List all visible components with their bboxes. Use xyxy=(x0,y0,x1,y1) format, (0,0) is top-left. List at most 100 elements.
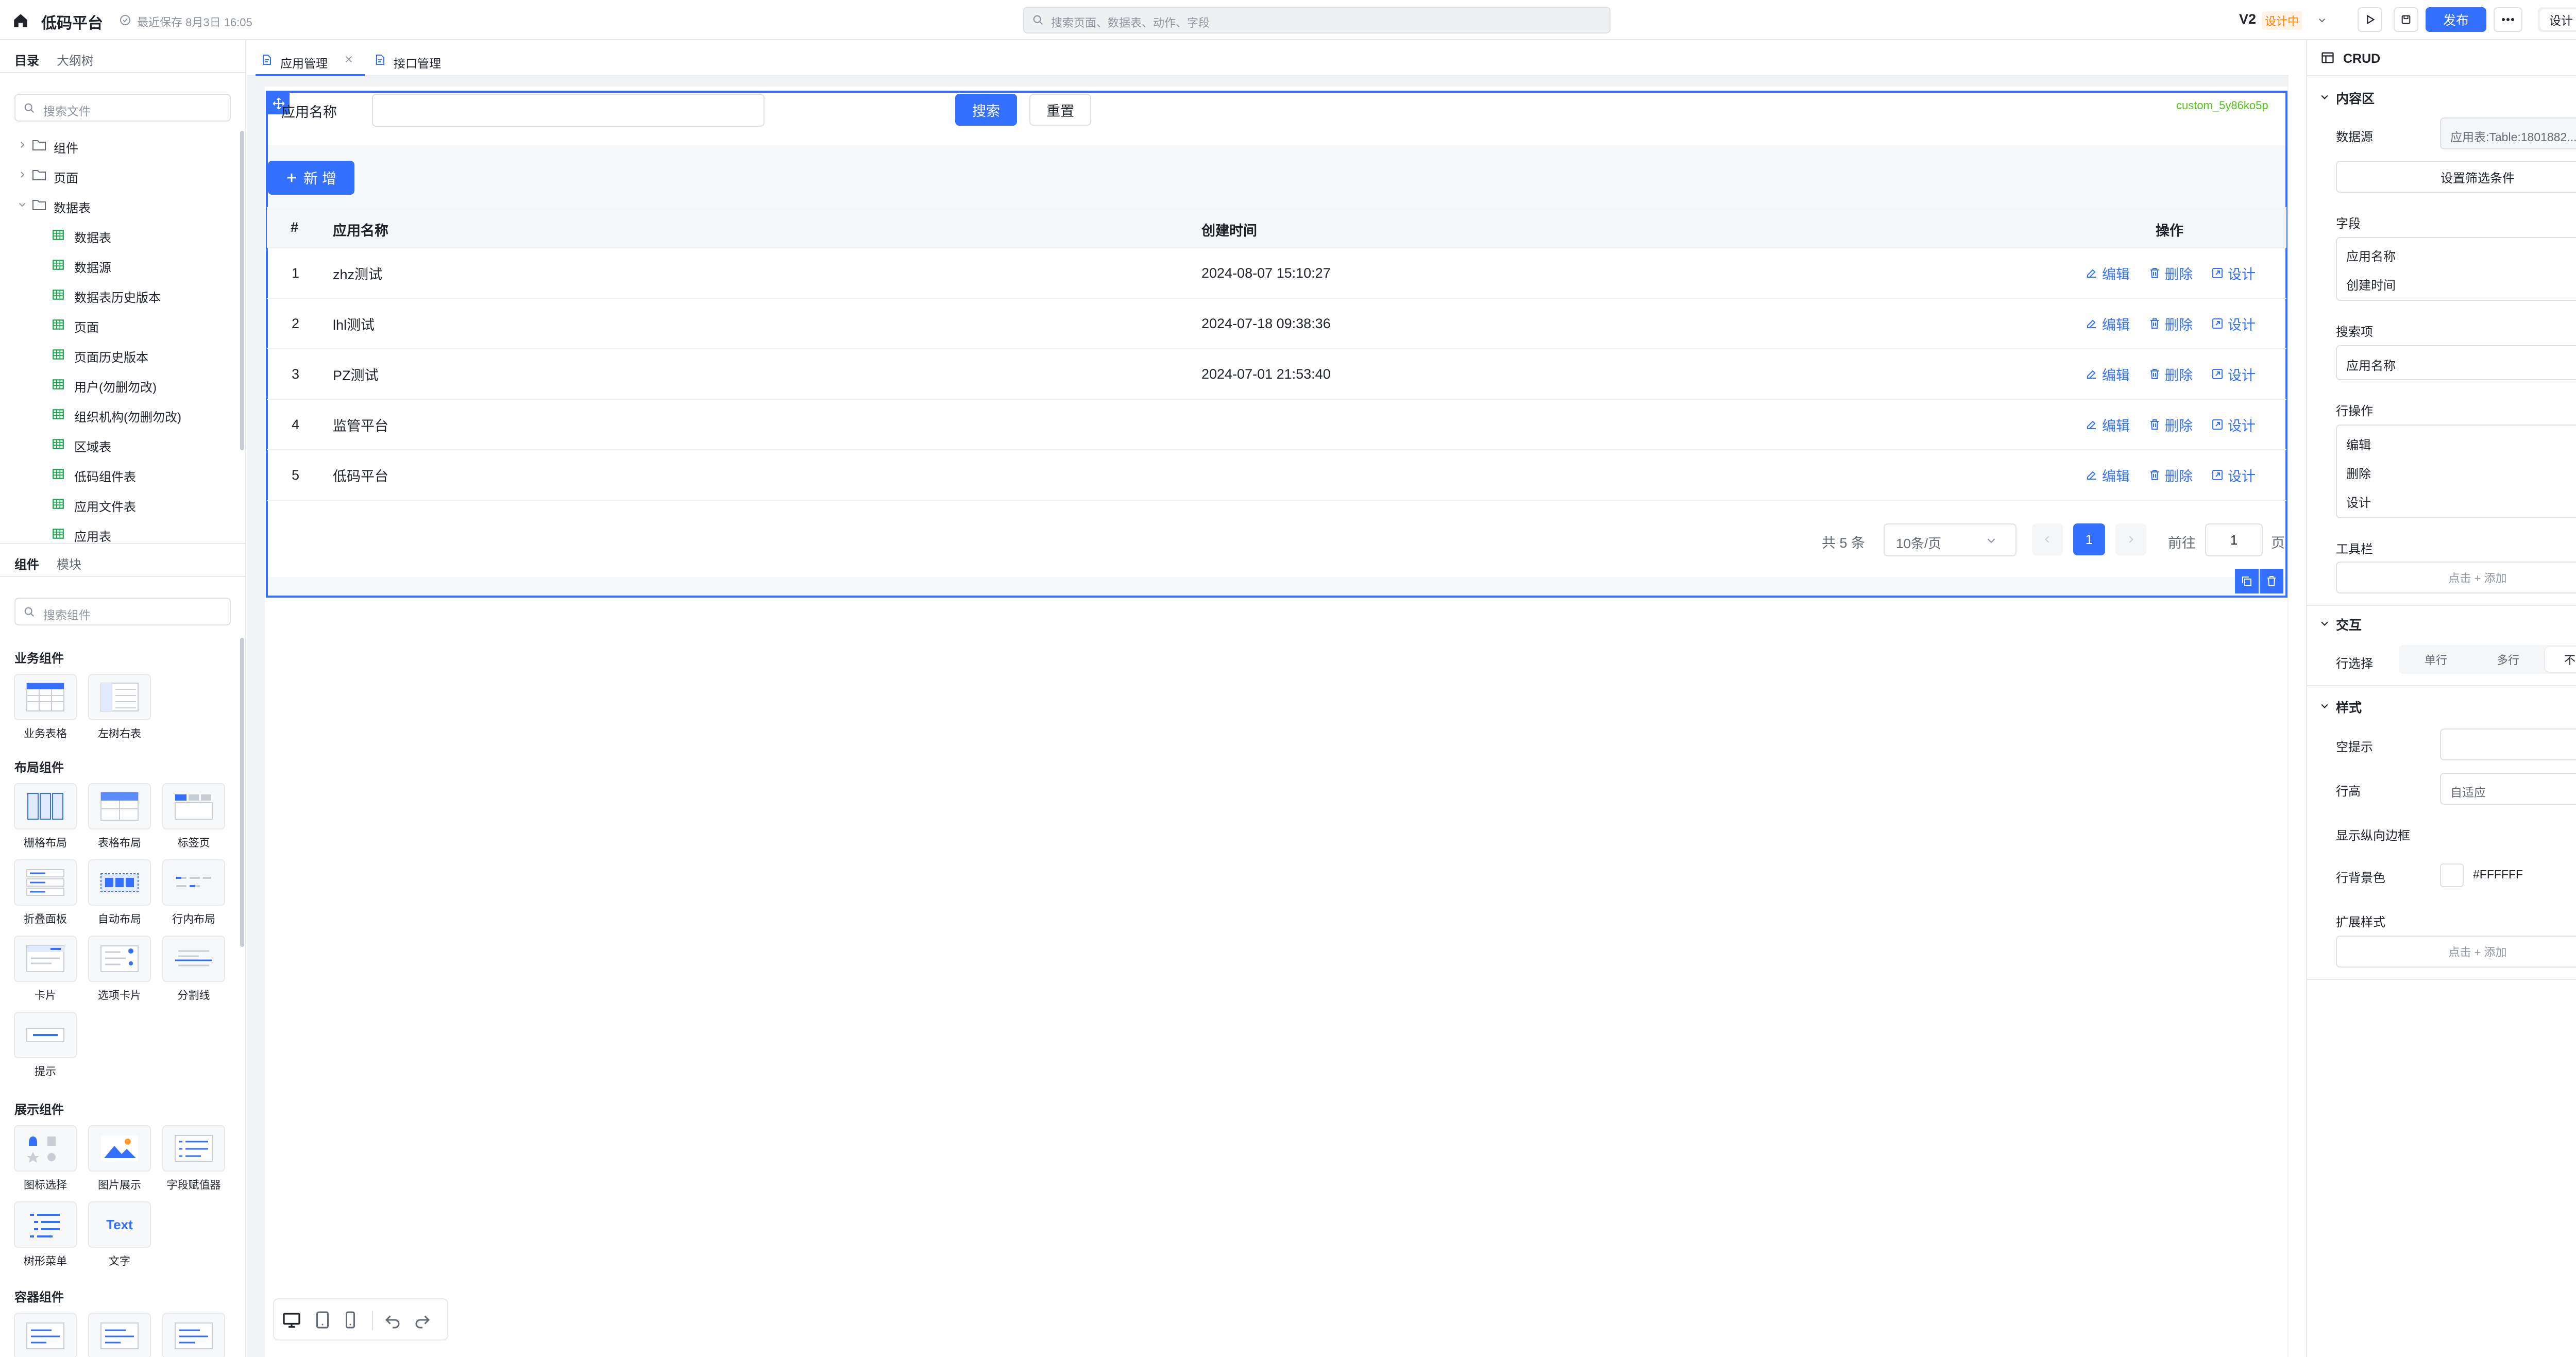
component-tile-icon-select[interactable]: 图标选择 xyxy=(9,1125,81,1192)
edit-link[interactable]: 编辑 xyxy=(2086,465,2130,485)
add-button[interactable]: 新 增 xyxy=(268,161,354,195)
set-filter-button[interactable]: 设置筛选条件 xyxy=(2336,161,2576,193)
design-link[interactable]: 设计 xyxy=(2211,465,2256,485)
component-tile-label: 分割线 xyxy=(177,990,210,1002)
component-tile-tree-table[interactable]: 左树右表 xyxy=(83,674,156,741)
component-tile-table-layout[interactable]: 表格布局 xyxy=(83,783,156,850)
section-content[interactable]: 内容区 xyxy=(2336,89,2375,107)
preview-button[interactable] xyxy=(2358,7,2382,32)
component-tile-divider[interactable]: 分割线 xyxy=(158,936,230,1003)
toolbar-divider xyxy=(372,1311,373,1330)
search-field-input[interactable] xyxy=(372,94,765,127)
tablet-icon[interactable] xyxy=(313,1311,332,1329)
component-tile-auto[interactable]: 自动布局 xyxy=(83,859,156,926)
row-bg-swatch[interactable] xyxy=(2440,863,2464,887)
page-size-value: 10条/页 xyxy=(1896,536,1942,551)
row-action-item[interactable]: 编辑 xyxy=(2346,435,2371,453)
ext-style-add-placeholder[interactable]: 点击 + 添加 xyxy=(2336,936,2576,968)
row-height-select[interactable]: 自适应 xyxy=(2440,773,2576,805)
component-tile-card[interactable]: 卡片 xyxy=(9,936,81,1003)
table-icon xyxy=(14,674,77,720)
section-style[interactable]: 样式 xyxy=(2336,698,2362,716)
tab-app-management[interactable]: 应用管理 xyxy=(256,44,365,76)
design-label: 设计 xyxy=(2228,418,2256,434)
redo-icon[interactable] xyxy=(413,1311,432,1329)
mobile-icon[interactable] xyxy=(341,1311,360,1329)
component-tile-field-setter[interactable]: 字段赋值器 xyxy=(158,1125,230,1192)
delete-link[interactable]: 删除 xyxy=(2148,465,2193,485)
empty-hint-input[interactable] xyxy=(2440,728,2576,760)
top-bar: 低码平台 最近保存 8月3日 16:05 搜索页面、数据表、动作、字段 V2 设… xyxy=(0,0,2576,40)
search-button[interactable]: 搜索 xyxy=(955,94,1017,126)
chevron-down-icon[interactable] xyxy=(2319,701,2330,711)
component-tile-container[interactable] xyxy=(9,1313,81,1357)
component-tile-alert[interactable]: 提示 xyxy=(9,1012,81,1079)
datasource-select[interactable]: 应用表:Table:1801882... xyxy=(2440,117,2576,149)
edit-link[interactable]: 编辑 xyxy=(2086,314,2130,334)
global-search[interactable]: 搜索页面、数据表、动作、字段 xyxy=(1023,7,1611,33)
component-tile-collapse[interactable]: 折叠面板 xyxy=(9,859,81,926)
delete-component-button[interactable] xyxy=(2260,569,2283,593)
component-tile-text[interactable]: Text 文字 xyxy=(83,1201,156,1268)
search-item[interactable]: 应用名称 xyxy=(2346,355,2396,374)
more-button[interactable] xyxy=(2494,7,2522,32)
row-select-multi[interactable]: 多行 xyxy=(2473,647,2543,672)
undo-icon[interactable] xyxy=(383,1311,402,1329)
chevron-down-icon[interactable] xyxy=(2319,618,2330,629)
prev-page-button[interactable] xyxy=(2032,523,2063,555)
toolbar-add-placeholder[interactable]: 点击 + 添加 xyxy=(2336,562,2576,593)
component-tile-grid[interactable]: 栅格布局 xyxy=(9,783,81,850)
component-tile-tabs[interactable]: 标签页 xyxy=(158,783,230,850)
row-action-item[interactable]: 设计 xyxy=(2346,493,2371,511)
component-tile-option-card[interactable]: 选项卡片 xyxy=(83,936,156,1003)
version-label[interactable]: V2 xyxy=(2239,11,2256,27)
app-title: 低码平台 xyxy=(41,15,103,32)
tab-api-management[interactable]: 接口管理 xyxy=(369,44,472,76)
edit-link[interactable]: 编辑 xyxy=(2086,415,2130,435)
field-item[interactable]: 创建时间 xyxy=(2346,275,2396,293)
edit-icon xyxy=(2086,368,2098,380)
component-tile-container[interactable] xyxy=(83,1313,156,1357)
row-select-none[interactable]: 不可选 xyxy=(2545,647,2576,672)
copy-component-button[interactable] xyxy=(2235,569,2259,593)
delete-link[interactable]: 删除 xyxy=(2148,314,2193,334)
reset-button[interactable]: 重置 xyxy=(1029,94,1091,126)
mode-design[interactable]: 设计 xyxy=(2540,9,2576,30)
page-1-button[interactable]: 1 xyxy=(2073,523,2105,555)
chevron-down-icon[interactable] xyxy=(2319,92,2330,102)
component-id-label: custom_5y86ko5p xyxy=(2176,99,2268,112)
close-icon[interactable] xyxy=(344,55,353,64)
edit-link[interactable]: 编辑 xyxy=(2086,263,2130,283)
page-size-select[interactable]: 10条/页 xyxy=(1884,523,2016,556)
section-interaction[interactable]: 交互 xyxy=(2336,615,2362,634)
row-action-item[interactable]: 删除 xyxy=(2346,464,2371,482)
delete-link[interactable]: 删除 xyxy=(2148,263,2193,283)
design-link[interactable]: 设计 xyxy=(2211,314,2256,334)
home-icon[interactable] xyxy=(10,10,31,31)
component-tile-container[interactable] xyxy=(158,1313,230,1357)
next-page-button[interactable] xyxy=(2115,523,2146,555)
col-created: 创建时间 xyxy=(1201,223,1257,239)
row-bg-value[interactable]: #FFFFFF xyxy=(2473,868,2523,881)
component-tile-table[interactable]: 业务表格 xyxy=(9,674,81,741)
desktop-icon[interactable] xyxy=(282,1311,301,1329)
design-link[interactable]: 设计 xyxy=(2211,263,2256,283)
card-icon xyxy=(14,936,77,982)
goto-input[interactable]: 1 xyxy=(2205,523,2263,556)
row-select-single[interactable]: 单行 xyxy=(2401,647,2471,672)
tree-menu-icon xyxy=(14,1201,77,1248)
trash-icon xyxy=(2148,267,2161,279)
design-link[interactable]: 设计 xyxy=(2211,364,2256,384)
row-app-name: zhz测试 xyxy=(333,266,383,282)
delete-link[interactable]: 删除 xyxy=(2148,415,2193,435)
publish-button[interactable]: 发布 xyxy=(2426,7,2486,32)
edit-link[interactable]: 编辑 xyxy=(2086,364,2130,384)
delete-link[interactable]: 删除 xyxy=(2148,364,2193,384)
chevron-down-icon[interactable] xyxy=(2315,13,2329,27)
field-item[interactable]: 应用名称 xyxy=(2346,246,2396,264)
component-tile-inline[interactable]: 行内布局 xyxy=(158,859,230,926)
design-link[interactable]: 设计 xyxy=(2211,415,2256,435)
component-tile-tree-menu[interactable]: 树形菜单 xyxy=(9,1201,81,1268)
save-button[interactable] xyxy=(2394,7,2418,32)
component-tile-image[interactable]: 图片展示 xyxy=(83,1125,156,1192)
